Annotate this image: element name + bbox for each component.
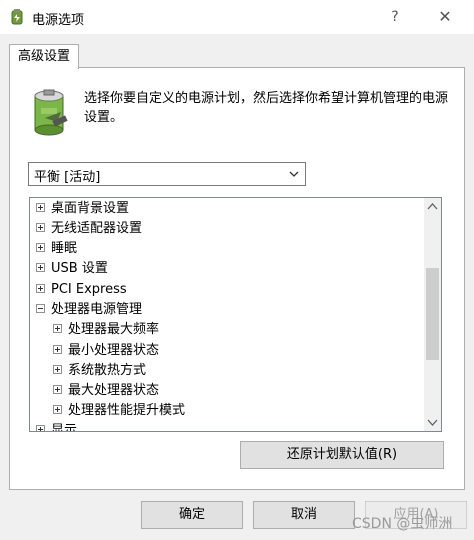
expand-icon[interactable] — [36, 263, 45, 272]
tree-item-pci-express[interactable]: PCI Express — [36, 280, 127, 300]
tree-item-label: USB 设置 — [51, 261, 108, 276]
tree-item-wireless-adapter[interactable]: 无线适配器设置 — [36, 219, 142, 239]
expand-icon[interactable] — [36, 243, 45, 252]
scrollbar-thumb[interactable] — [426, 268, 439, 360]
tree-item-label: 最大处理器状态 — [68, 383, 160, 398]
expand-icon[interactable] — [53, 324, 62, 333]
tree-item-label: 处理器最大频率 — [68, 322, 160, 337]
tree-item-label: 无线适配器设置 — [51, 221, 143, 236]
tree-item-label: 处理器性能提升模式 — [68, 403, 186, 418]
ok-button[interactable]: 确定 — [141, 501, 243, 529]
scroll-down-arrow-icon[interactable] — [424, 414, 441, 431]
tree-item-min-processor-state[interactable]: 最小处理器状态 — [53, 341, 159, 361]
expand-icon[interactable] — [53, 365, 62, 374]
restore-defaults-button[interactable]: 还原计划默认值(R) — [240, 441, 444, 469]
plan-select[interactable]: 平衡 [活动] — [28, 162, 306, 186]
vertical-scrollbar[interactable] — [424, 198, 441, 431]
title-bar: 电源选项 ? ✕ — [0, 0, 474, 34]
settings-tree[interactable]: 桌面背景设置 无线适配器设置 睡眠 USB 设置 PCI Express 处理器… — [29, 197, 442, 432]
tree-item-label: 系统散热方式 — [68, 363, 147, 378]
tree-item-label: 处理器电源管理 — [51, 302, 143, 317]
help-button[interactable]: ? — [380, 4, 410, 30]
expand-icon[interactable] — [53, 405, 62, 414]
scroll-up-arrow-icon[interactable] — [424, 198, 441, 215]
tree-item-label: 睡眠 — [51, 241, 78, 256]
tree-item-display[interactable]: 显示 — [36, 421, 78, 432]
tab-advanced-settings[interactable]: 高级设置 — [9, 44, 79, 69]
tree-item-label: 显示 — [51, 423, 78, 432]
expand-icon[interactable] — [36, 284, 45, 293]
window-title: 电源选项 — [32, 13, 85, 28]
expand-icon[interactable] — [53, 345, 62, 354]
expand-icon[interactable] — [36, 223, 45, 232]
tree-item-label: 桌面背景设置 — [51, 201, 130, 216]
tree-item-boost-mode[interactable]: 处理器性能提升模式 — [53, 401, 185, 421]
cancel-button[interactable]: 取消 — [253, 501, 355, 529]
expand-icon[interactable] — [36, 203, 45, 212]
tree-item-label: 最小处理器状态 — [68, 343, 160, 358]
tree-item-label: PCI Express — [51, 282, 127, 297]
tree-item-sleep[interactable]: 睡眠 — [36, 239, 77, 259]
collapse-icon[interactable] — [36, 304, 45, 313]
tree-item-max-frequency[interactable]: 处理器最大频率 — [53, 320, 159, 340]
close-button[interactable]: ✕ — [430, 4, 460, 30]
tree-item-desktop-background[interactable]: 桌面背景设置 — [36, 199, 129, 219]
watermark: CSDN @虫师洲 — [352, 516, 453, 532]
tree-item-max-processor-state[interactable]: 最大处理器状态 — [53, 381, 159, 401]
power-options-icon — [11, 9, 23, 25]
chevron-down-icon — [289, 171, 299, 177]
battery-icon — [34, 89, 68, 136]
expand-icon[interactable] — [53, 385, 62, 394]
plan-select-value: 平衡 [活动] — [34, 170, 101, 185]
tree-item-usb-settings[interactable]: USB 设置 — [36, 259, 108, 279]
tree-item-processor-power[interactable]: 处理器电源管理 — [36, 300, 142, 320]
expand-icon[interactable] — [36, 425, 45, 431]
plan-description: 选择你要自定义的电源计划，然后选择你希望计算机管理的电源设置。 — [84, 91, 449, 125]
tree-item-cooling-policy[interactable]: 系统散热方式 — [53, 361, 146, 381]
